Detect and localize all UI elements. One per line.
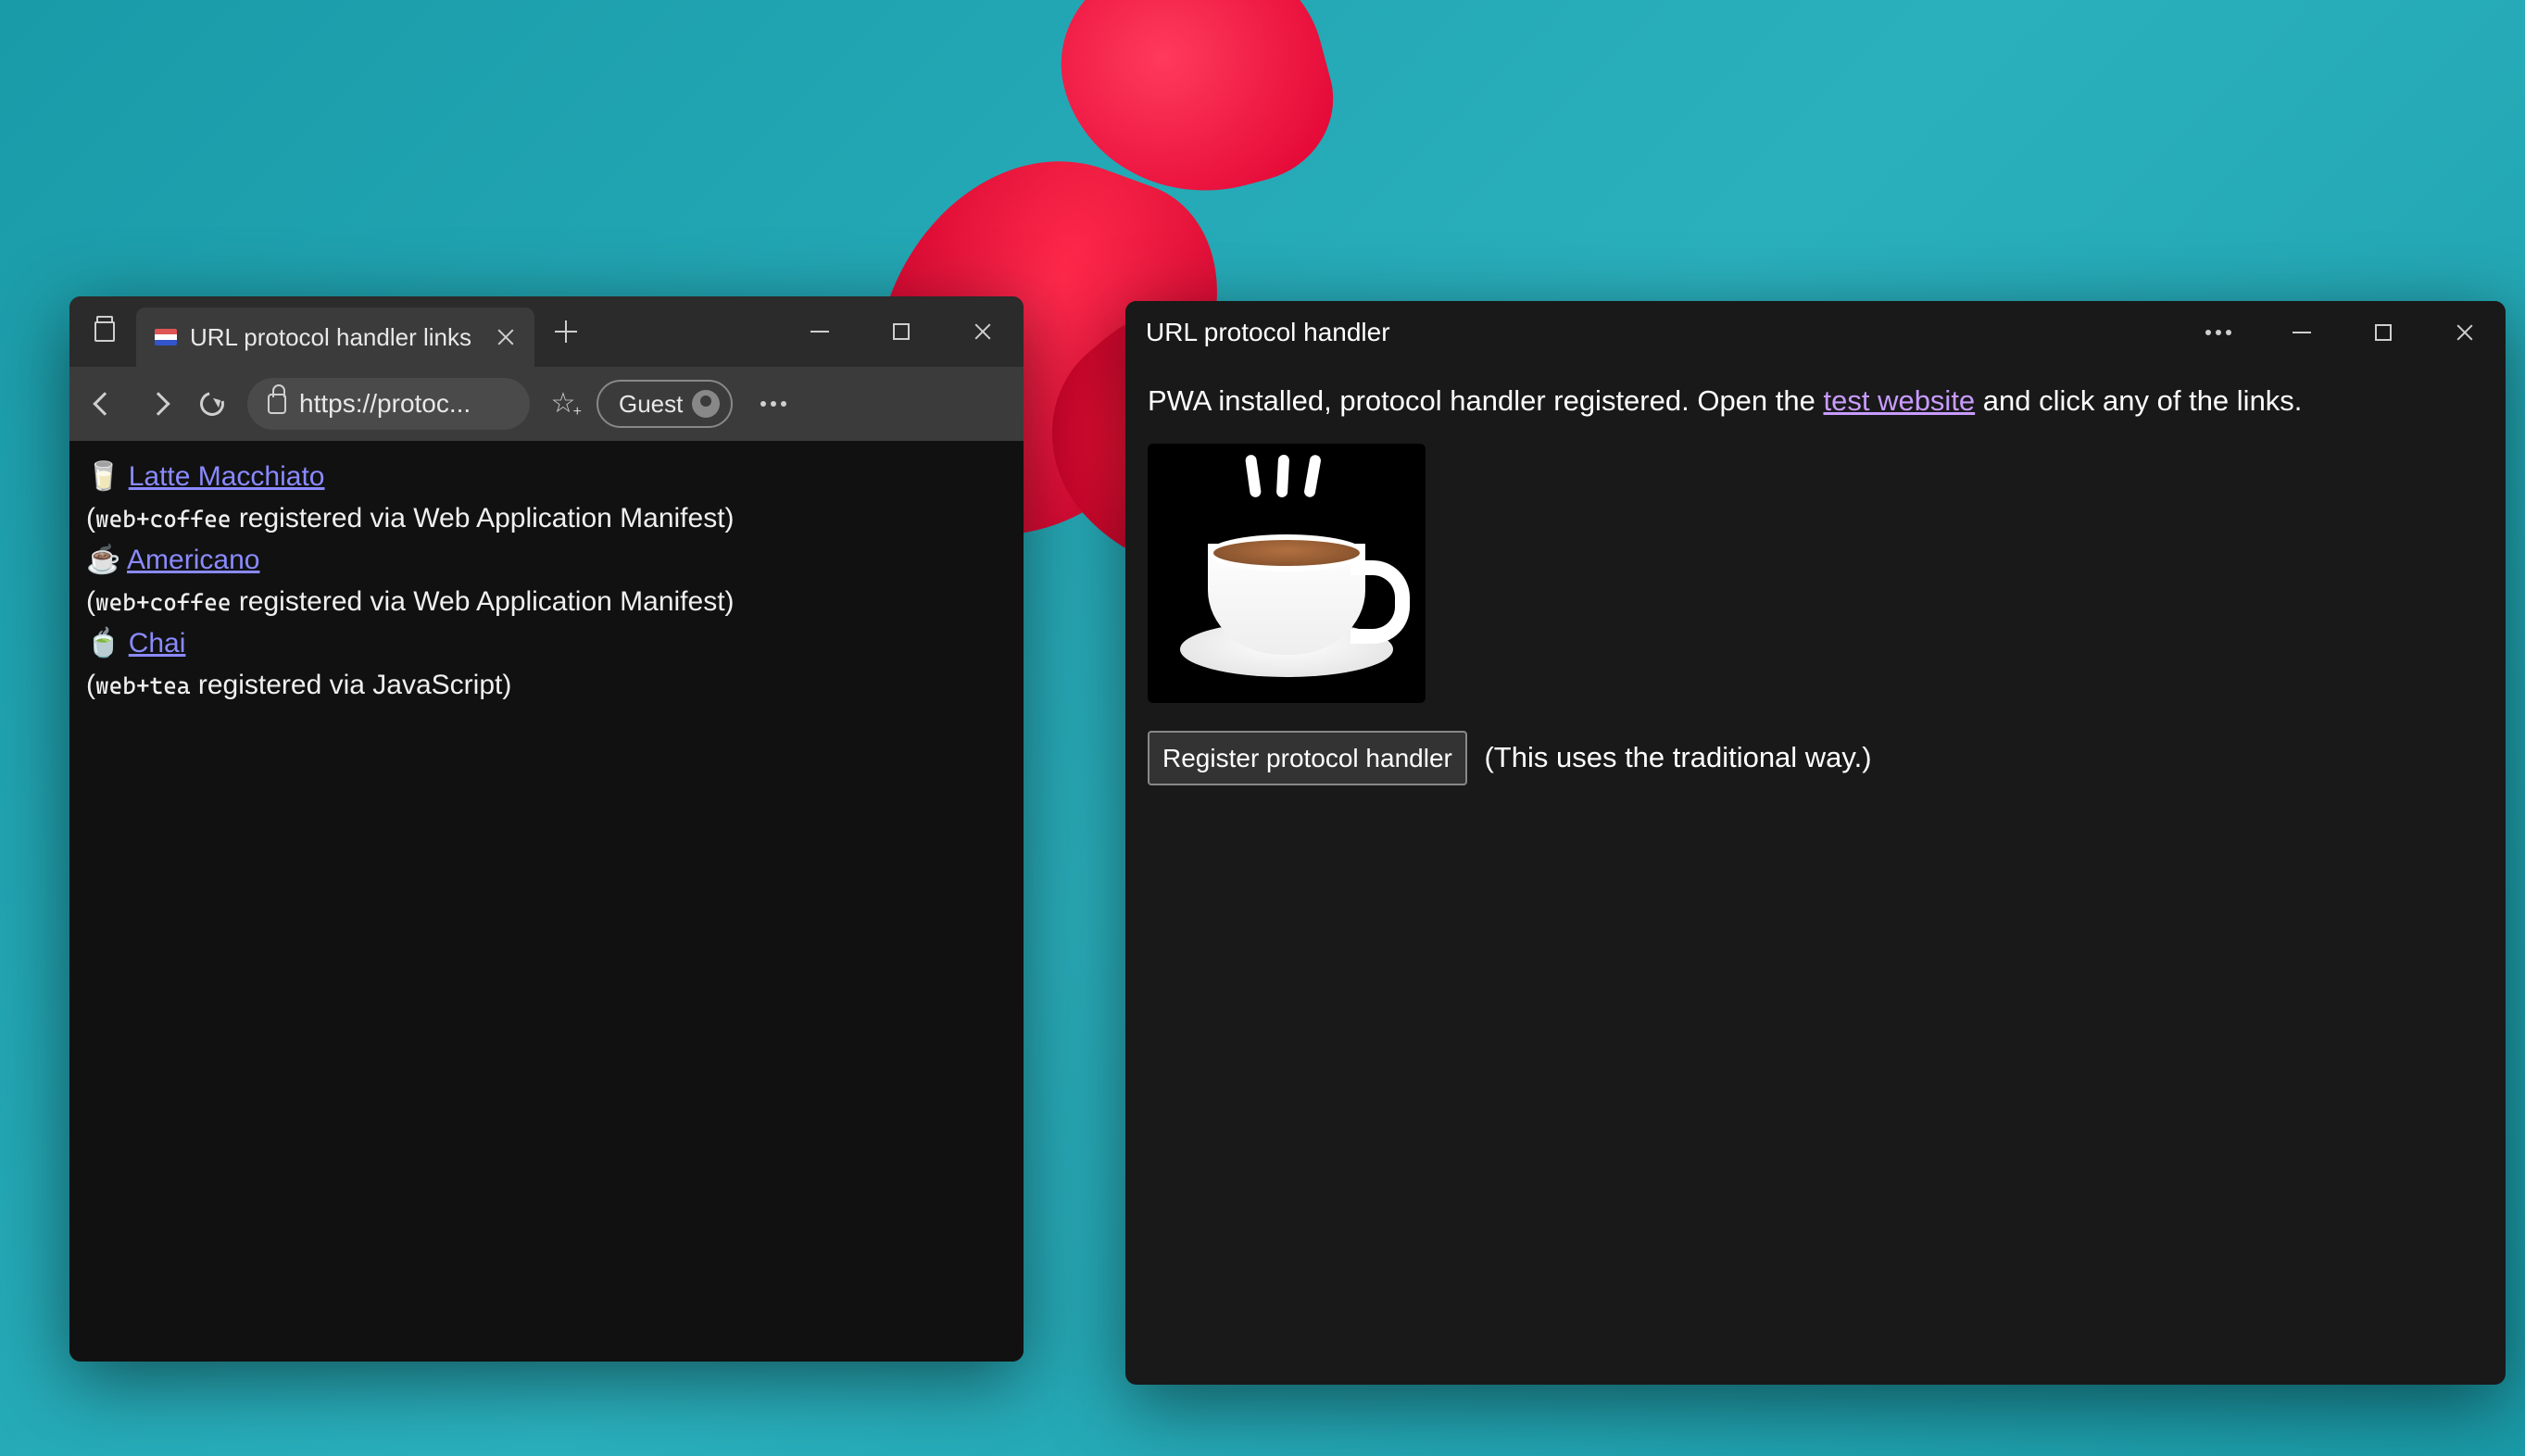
link-subtext: (web+tea registered via JavaScript) [86,664,1007,706]
close-window-button[interactable] [942,304,1024,359]
star-icon: ☆ [551,390,576,418]
coffee-cup-icon [1148,444,1426,703]
test-website-link[interactable]: test website [1823,384,1975,417]
register-protocol-button[interactable]: Register protocol handler [1148,731,1467,785]
page-content: 🥛 Latte Macchiato (web+coffee registered… [69,441,1024,1362]
tab-title: URL protocol handler links [190,323,471,352]
link-latte[interactable]: Latte Macchiato [129,461,325,492]
link-emoji-icon: ☕ [86,545,120,575]
address-text: https://protoc... [299,389,471,419]
link-emoji-icon: 🥛 [86,461,120,492]
profile-label: Guest [619,390,683,419]
favorites-button[interactable]: ☆ + [546,387,580,420]
list-item: ☕ Americano [86,539,1007,581]
maximize-button[interactable] [2343,305,2424,360]
list-item: 🥛 Latte Macchiato [86,456,1007,497]
intro-text: PWA installed, protocol handler register… [1148,379,2483,423]
tab-actions-icon[interactable] [90,317,119,346]
more-menu-button[interactable] [749,401,798,407]
pwa-menu-button[interactable] [2194,305,2242,360]
pwa-window: URL protocol handler PWA installed, prot… [1125,301,2506,1385]
tab-close-icon[interactable] [494,325,518,349]
close-window-button[interactable] [2424,305,2506,360]
browser-window: URL protocol handler links https://proto… [69,296,1024,1362]
register-hint: (This uses the traditional way.) [1484,741,1871,773]
plus-icon: + [573,404,582,420]
profile-button[interactable]: Guest [597,380,733,428]
link-chai[interactable]: Chai [129,628,186,659]
link-subtext: (web+coffee registered via Web Applicati… [86,581,1007,622]
avatar-icon [692,390,720,418]
pwa-content: PWA installed, protocol handler register… [1125,364,2506,800]
link-americano[interactable]: Americano [127,545,259,575]
link-emoji-icon: 🍵 [86,628,120,659]
browser-titlebar: URL protocol handler links [69,296,1024,367]
minimize-button[interactable] [779,304,861,359]
new-tab-button[interactable] [551,317,581,346]
minimize-button[interactable] [2261,305,2343,360]
browser-toolbar: https://protoc... ☆ + Guest [69,367,1024,441]
link-subtext: (web+coffee registered via Web Applicati… [86,497,1007,539]
pwa-title: URL protocol handler [1146,318,1390,347]
lock-icon [268,394,286,414]
back-button[interactable] [86,385,123,422]
pwa-titlebar: URL protocol handler [1125,301,2506,364]
tab-favicon-icon [155,329,177,345]
address-bar[interactable]: https://protoc... [247,378,530,430]
maximize-button[interactable] [861,304,942,359]
forward-button[interactable] [140,385,177,422]
browser-tab[interactable]: URL protocol handler links [136,308,534,367]
register-row: Register protocol handler (This uses the… [1148,731,2483,785]
list-item: 🍵 Chai [86,622,1007,664]
reload-button[interactable] [194,385,231,422]
